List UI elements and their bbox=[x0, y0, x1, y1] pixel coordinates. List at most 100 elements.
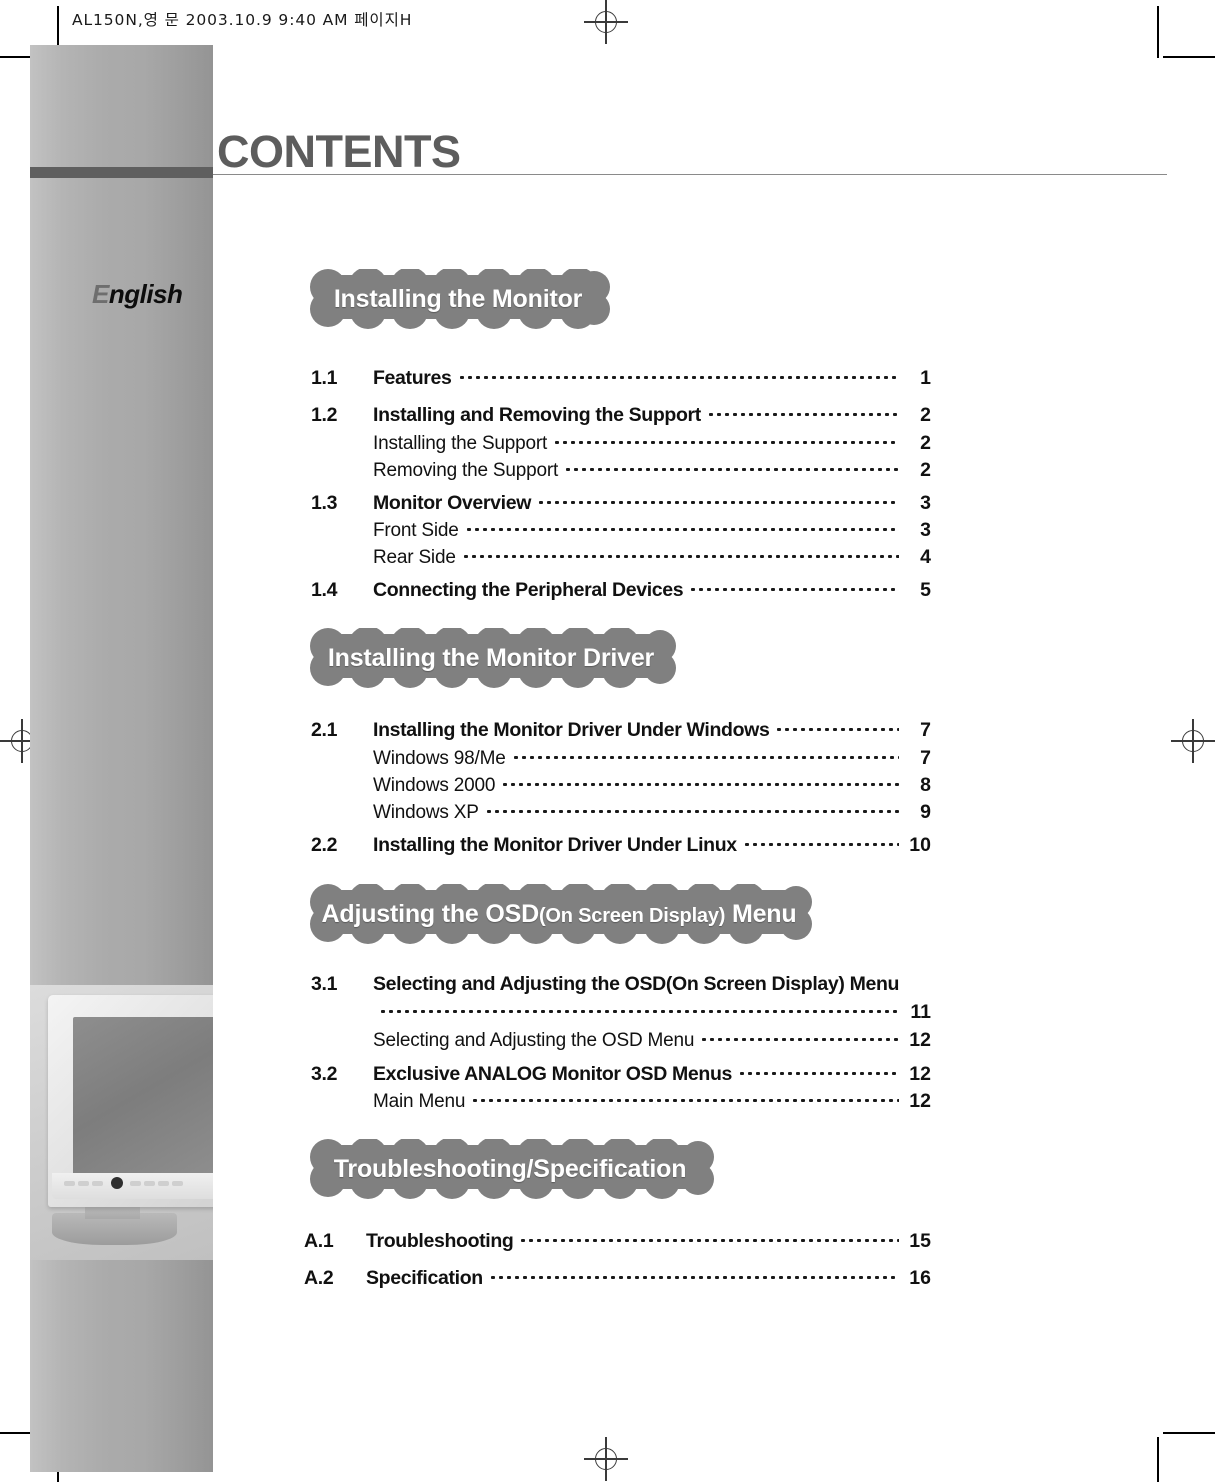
toc-dot-leader bbox=[471, 1091, 899, 1107]
toc-page-number: 2 bbox=[920, 459, 931, 481]
toc-page-number: 4 bbox=[920, 546, 931, 568]
monitor-button bbox=[92, 1181, 103, 1186]
registration-mark-bottom-center bbox=[584, 1437, 628, 1481]
toc-page-number: 15 bbox=[909, 1230, 931, 1252]
toc-subentry-front-side[interactable]: Front Side 3 bbox=[311, 519, 931, 542]
toc-label: Installing the Support bbox=[373, 433, 548, 454]
crop-mark-top-right-horizontal bbox=[1163, 56, 1215, 58]
toc-dot-leader bbox=[488, 1268, 899, 1284]
toc-dot-leader bbox=[564, 460, 899, 476]
toc-label: Installing the Monitor Driver Under Linu… bbox=[373, 834, 737, 856]
toc-number: 1.3 bbox=[311, 492, 338, 514]
toc-page-number: 3 bbox=[920, 492, 931, 514]
toc-label: Troubleshooting bbox=[366, 1230, 514, 1252]
toc-entry-1-2[interactable]: 1.2 Installing and Removing the Support … bbox=[311, 404, 931, 427]
toc-number: 1.4 bbox=[311, 579, 338, 601]
toc-label: Rear Side bbox=[373, 547, 456, 568]
registration-mark-top-center bbox=[584, 0, 628, 44]
toc-entry-2-1[interactable]: 2.1 Installing the Monitor Driver Under … bbox=[311, 719, 931, 742]
toc-dot-leader bbox=[464, 520, 899, 536]
toc-number: 2.2 bbox=[311, 834, 338, 856]
crop-mark-bottom-right-vertical bbox=[1157, 1437, 1159, 1482]
toc-page-number: 12 bbox=[909, 1090, 931, 1112]
toc-dot-leader bbox=[379, 1002, 899, 1018]
toc-page-number: 10 bbox=[909, 834, 931, 856]
toc-number: 1.1 bbox=[311, 367, 338, 389]
monitor-button bbox=[172, 1181, 183, 1186]
section-banner-troubleshooting-specification: Troubleshooting/Specification bbox=[298, 1139, 722, 1199]
toc-dot-leader bbox=[553, 433, 899, 449]
toc-label: Selecting and Adjusting the OSD Menu bbox=[373, 1030, 695, 1051]
toc-dot-leader bbox=[461, 547, 899, 563]
section-banner-installing-the-monitor: Installing the Monitor bbox=[298, 269, 618, 329]
toc-entry-1-4[interactable]: 1.4 Connecting the Peripheral Devices 5 bbox=[311, 579, 931, 602]
toc-label: Features bbox=[373, 367, 452, 389]
monitor-button bbox=[144, 1181, 155, 1186]
registration-mark-right-middle bbox=[1171, 719, 1215, 763]
toc-page-number: 5 bbox=[920, 579, 931, 601]
banner-text-part: Menu bbox=[725, 899, 797, 928]
crop-mark-top-right-vertical bbox=[1157, 6, 1159, 58]
banner-text-part: Troubleshooting/Specification bbox=[333, 1154, 687, 1183]
toc-entry-a-1[interactable]: A.1 Troubleshooting 15 bbox=[304, 1230, 931, 1253]
banner-text-part-small: (On Screen Display) bbox=[538, 904, 726, 927]
toc-entry-1-3[interactable]: 1.3 Monitor Overview 3 bbox=[311, 492, 931, 515]
toc-label: Front Side bbox=[373, 520, 459, 541]
toc-subentry-windows-xp[interactable]: Windows XP 9 bbox=[311, 801, 931, 824]
toc-number: 1.2 bbox=[311, 404, 338, 426]
toc-subentry-windows-98-me[interactable]: Windows 98/Me 7 bbox=[311, 747, 931, 770]
monitor-button bbox=[130, 1181, 141, 1186]
toc-label: Monitor Overview bbox=[373, 492, 532, 514]
crop-mark-bottom-right-horizontal bbox=[1163, 1432, 1215, 1434]
toc-page-number: 9 bbox=[920, 801, 931, 823]
toc-dot-leader bbox=[700, 1030, 899, 1046]
sidebar-accent-bar bbox=[30, 167, 213, 178]
toc-subentry-windows-2000[interactable]: Windows 2000 8 bbox=[311, 774, 931, 797]
toc-subentry-rear-side[interactable]: Rear Side 4 bbox=[311, 546, 931, 569]
banner-text-part: Adjusting the OSD bbox=[321, 899, 540, 928]
monitor-button bbox=[64, 1181, 75, 1186]
toc-label: Windows 98/Me bbox=[373, 748, 506, 769]
toc-dot-leader bbox=[501, 775, 899, 791]
toc-dot-leader bbox=[738, 1064, 899, 1080]
section-banner-installing-the-monitor-driver: Installing the Monitor Driver bbox=[298, 628, 684, 688]
toc-dot-leader bbox=[689, 580, 899, 596]
toc-page-number: 12 bbox=[909, 1029, 931, 1051]
language-tag-initial: E bbox=[92, 279, 109, 309]
toc-entry-3-2[interactable]: 3.2 Exclusive ANALOG Monitor OSD Menus 1… bbox=[311, 1063, 931, 1086]
toc-entry-a-2[interactable]: A.2 Specification 16 bbox=[304, 1267, 931, 1290]
toc-number: 2.1 bbox=[311, 719, 338, 741]
monitor-button bbox=[158, 1181, 169, 1186]
toc-page-number: 2 bbox=[920, 432, 931, 454]
toc-subentry-installing-the-support[interactable]: Installing the Support 2 bbox=[311, 432, 931, 455]
toc-number: A.1 bbox=[304, 1230, 334, 1252]
toc-entry-3-1-continuation[interactable]: 11 bbox=[373, 1001, 931, 1024]
document-running-header: AL150N,영 문 2003.10.9 9:40 AM 페이지H bbox=[72, 11, 413, 29]
toc-label: Main Menu bbox=[373, 1091, 466, 1112]
toc-entry-2-2[interactable]: 2.2 Installing the Monitor Driver Under … bbox=[311, 834, 931, 857]
power-button-icon bbox=[111, 1177, 123, 1189]
toc-subentry-removing-the-support[interactable]: Removing the Support 2 bbox=[311, 459, 931, 482]
toc-label: Exclusive ANALOG Monitor OSD Menus bbox=[373, 1063, 733, 1085]
toc-number: A.2 bbox=[304, 1267, 334, 1289]
section-banner-adjusting-the-osd-menu: Adjusting the OSD(On Screen Display) Men… bbox=[298, 884, 820, 944]
toc-entry-3-1[interactable]: 3.1 Selecting and Adjusting the OSD(On S… bbox=[311, 973, 899, 996]
toc-subentry-selecting-adjusting-osd-menu[interactable]: Selecting and Adjusting the OSD Menu 12 bbox=[311, 1029, 931, 1052]
toc-entry-1-1[interactable]: 1.1 Features 1 bbox=[311, 367, 931, 390]
toc-label: Connecting the Peripheral Devices bbox=[373, 579, 684, 601]
toc-dot-leader bbox=[742, 835, 899, 851]
registration-mark-ring bbox=[595, 1448, 617, 1470]
toc-number: 3.2 bbox=[311, 1063, 338, 1085]
toc-subentry-main-menu[interactable]: Main Menu 12 bbox=[311, 1090, 931, 1113]
monitor-button bbox=[78, 1181, 89, 1186]
monitor-control-panel bbox=[52, 1173, 213, 1199]
toc-page-number: 7 bbox=[920, 719, 931, 741]
toc-page-number: 2 bbox=[920, 404, 931, 426]
toc-dot-leader bbox=[519, 1231, 899, 1247]
language-tag: English bbox=[92, 279, 183, 310]
language-tag-rest: nglish bbox=[108, 279, 183, 309]
page-title: CONTENTS bbox=[217, 126, 461, 177]
toc-label: Specification bbox=[366, 1267, 483, 1289]
toc-label: Selecting and Adjusting the OSD(On Scree… bbox=[373, 973, 900, 995]
toc-dot-leader bbox=[775, 720, 899, 736]
